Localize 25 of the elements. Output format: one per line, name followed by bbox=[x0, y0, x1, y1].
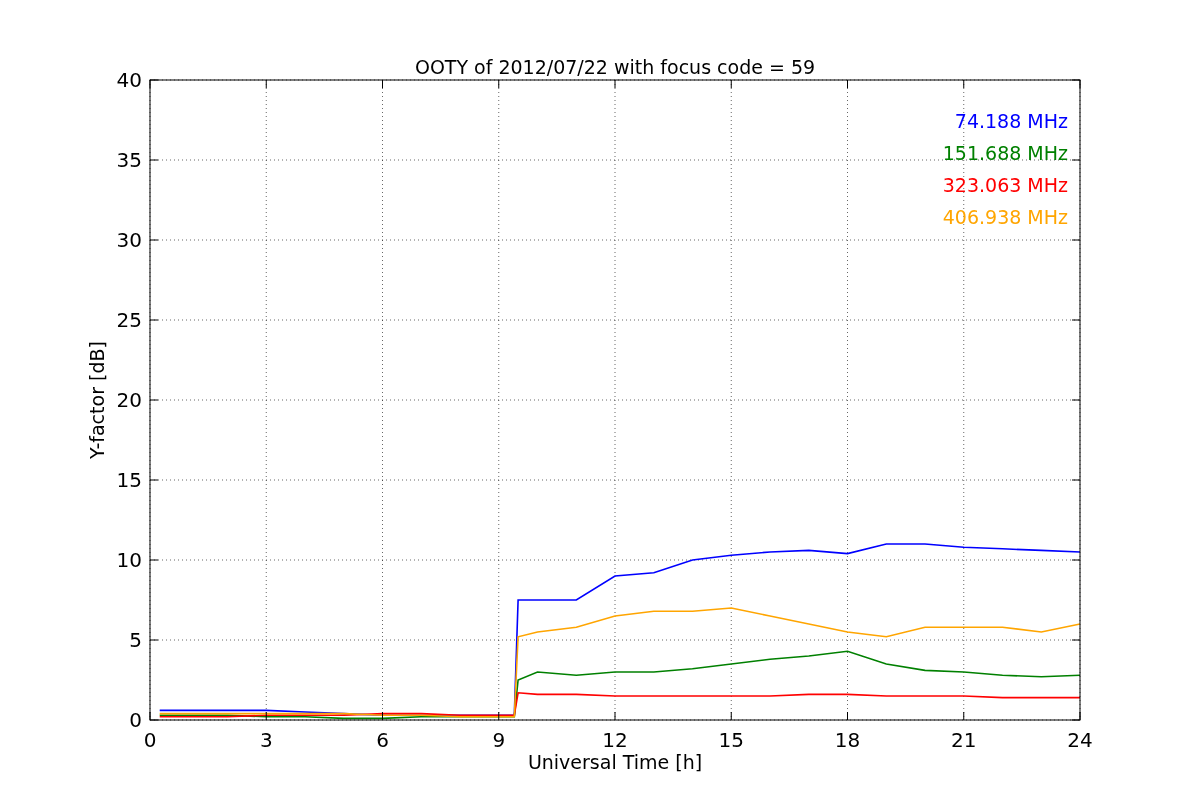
y-tick-label: 40 bbox=[116, 68, 142, 92]
x-tick-label: 18 bbox=[834, 728, 861, 752]
y-tick-label: 5 bbox=[129, 628, 142, 652]
y-tick-label: 10 bbox=[116, 548, 142, 572]
y-tick-label: 30 bbox=[116, 228, 142, 252]
x-tick-label: 21 bbox=[951, 728, 977, 752]
x-tick-label: 3 bbox=[259, 728, 273, 752]
chart-title: OOTY of 2012/07/22 with focus code = 59 bbox=[414, 56, 816, 78]
x-tick-label: 9 bbox=[492, 728, 506, 752]
legend-label: 151.688 MHz bbox=[942, 142, 1068, 164]
x-tick-label: 0 bbox=[143, 728, 157, 752]
y-tick-label: 35 bbox=[116, 148, 142, 172]
x-tick-label: 6 bbox=[376, 728, 389, 752]
legend-label: 74.188 MHz bbox=[954, 110, 1068, 132]
y-tick-label: 15 bbox=[116, 468, 142, 492]
legend-label: 323.063 MHz bbox=[942, 174, 1068, 196]
x-axis-label: Universal Time [h] bbox=[527, 751, 703, 773]
x-tick-label: 15 bbox=[718, 728, 744, 752]
x-tick-label: 12 bbox=[602, 728, 628, 752]
y-axis-label: Y-factor [dB] bbox=[86, 341, 108, 459]
y-tick-label: 0 bbox=[129, 708, 142, 732]
y-tick-label: 20 bbox=[116, 388, 142, 412]
legend-label: 406.938 MHz bbox=[942, 206, 1068, 228]
y-tick-label: 25 bbox=[116, 308, 142, 332]
x-tick-label: 24 bbox=[1067, 728, 1093, 752]
